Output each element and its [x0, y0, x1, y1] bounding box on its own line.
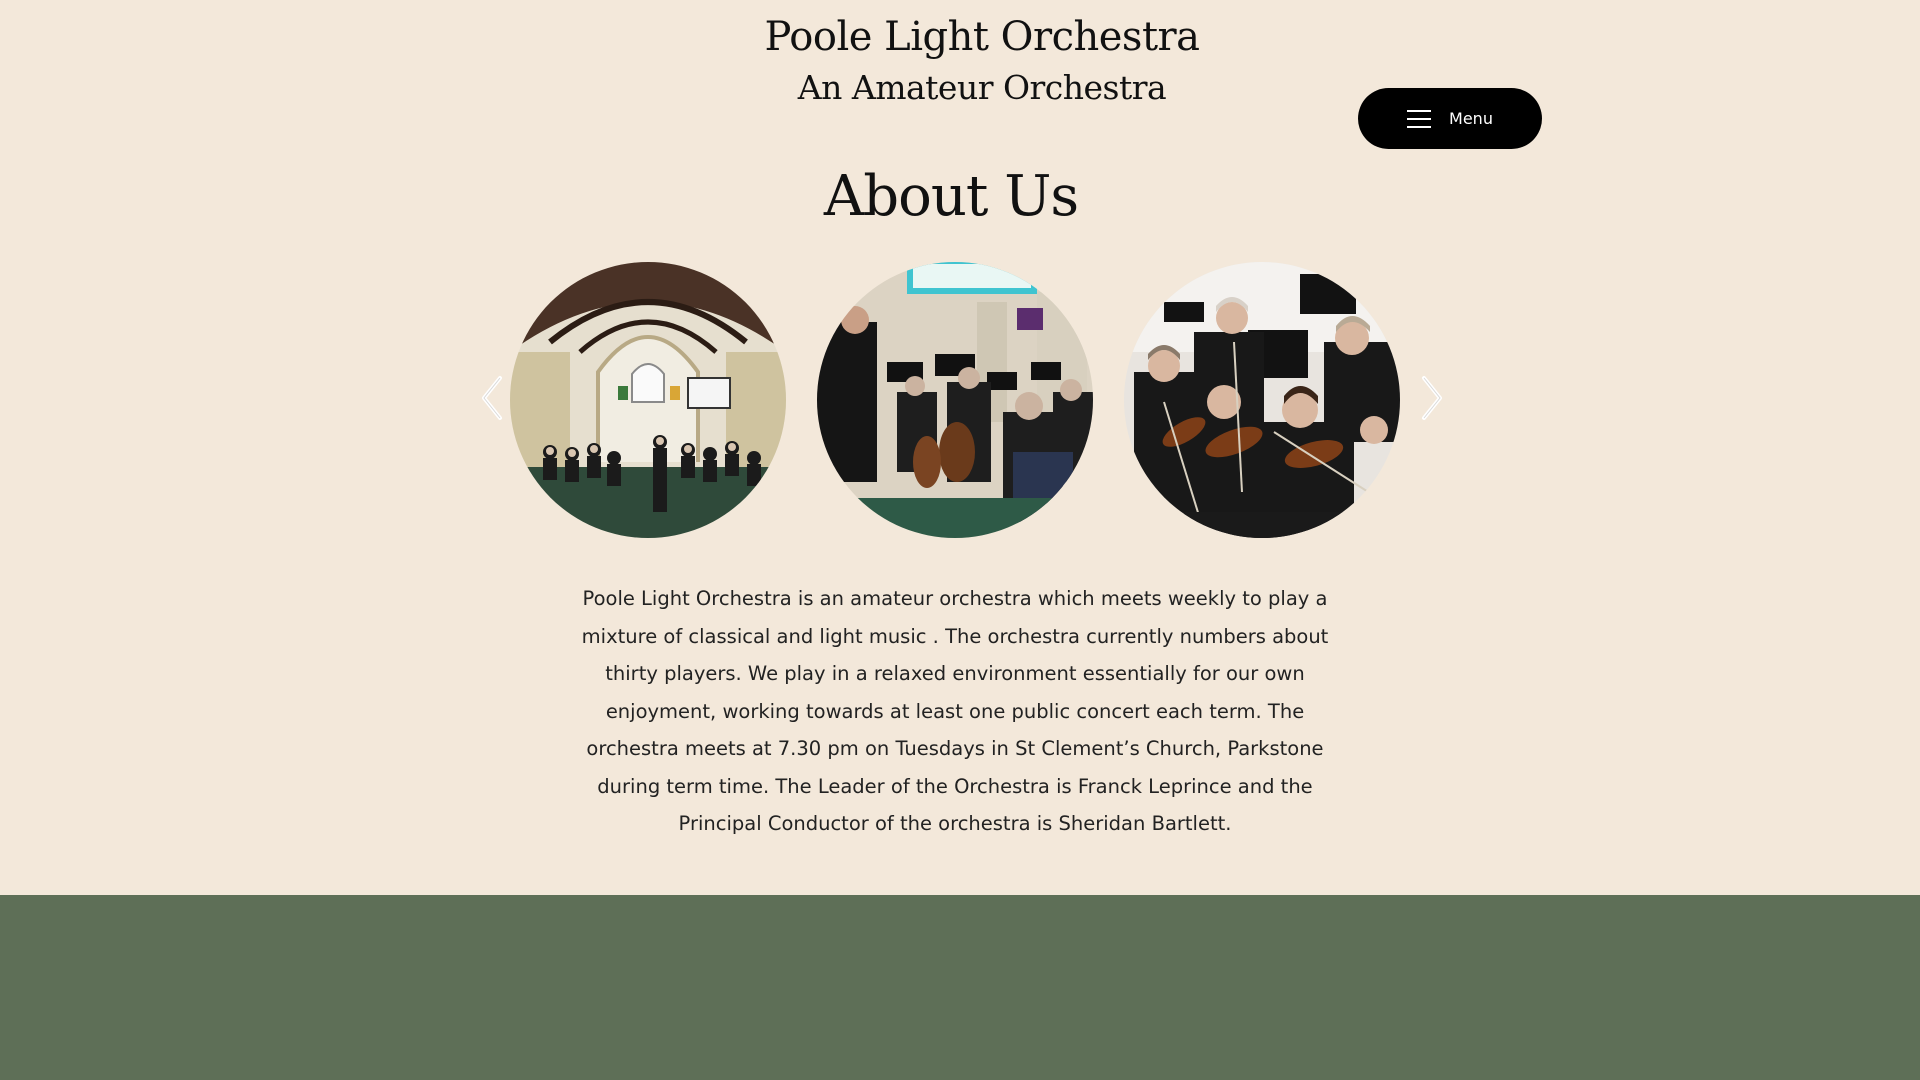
about-us-heading: About Us [823, 164, 1079, 229]
site-subtitle: An Amateur Orchestra [797, 68, 1167, 107]
gallery-photo-church-interior[interactable] [510, 262, 786, 538]
page: Poole Light Orchestra An Amateur Orchest… [0, 0, 1920, 1080]
menu-button[interactable]: Menu [1358, 88, 1542, 149]
gallery-next-button[interactable] [1414, 372, 1450, 424]
orchestra-rehearsal-photo [817, 262, 1093, 538]
gallery-photo-orchestra-rehearsal[interactable] [817, 262, 1093, 538]
gallery-prev-button[interactable] [474, 372, 510, 424]
violin-section-photo [1124, 262, 1400, 538]
chevron-left-icon [482, 376, 502, 420]
footer-band [0, 895, 1920, 1080]
hamburger-icon [1407, 109, 1432, 128]
chevron-right-icon [1422, 376, 1442, 420]
about-paragraph: Poole Light Orchestra is an amateur orch… [581, 587, 1329, 835]
site-title[interactable]: Poole Light Orchestra [0, 14, 1920, 60]
gallery-photo-violin-section[interactable] [1124, 262, 1400, 538]
photo-gallery [0, 260, 1920, 540]
church-interior-photo [510, 262, 786, 538]
menu-label: Menu [1449, 109, 1493, 128]
